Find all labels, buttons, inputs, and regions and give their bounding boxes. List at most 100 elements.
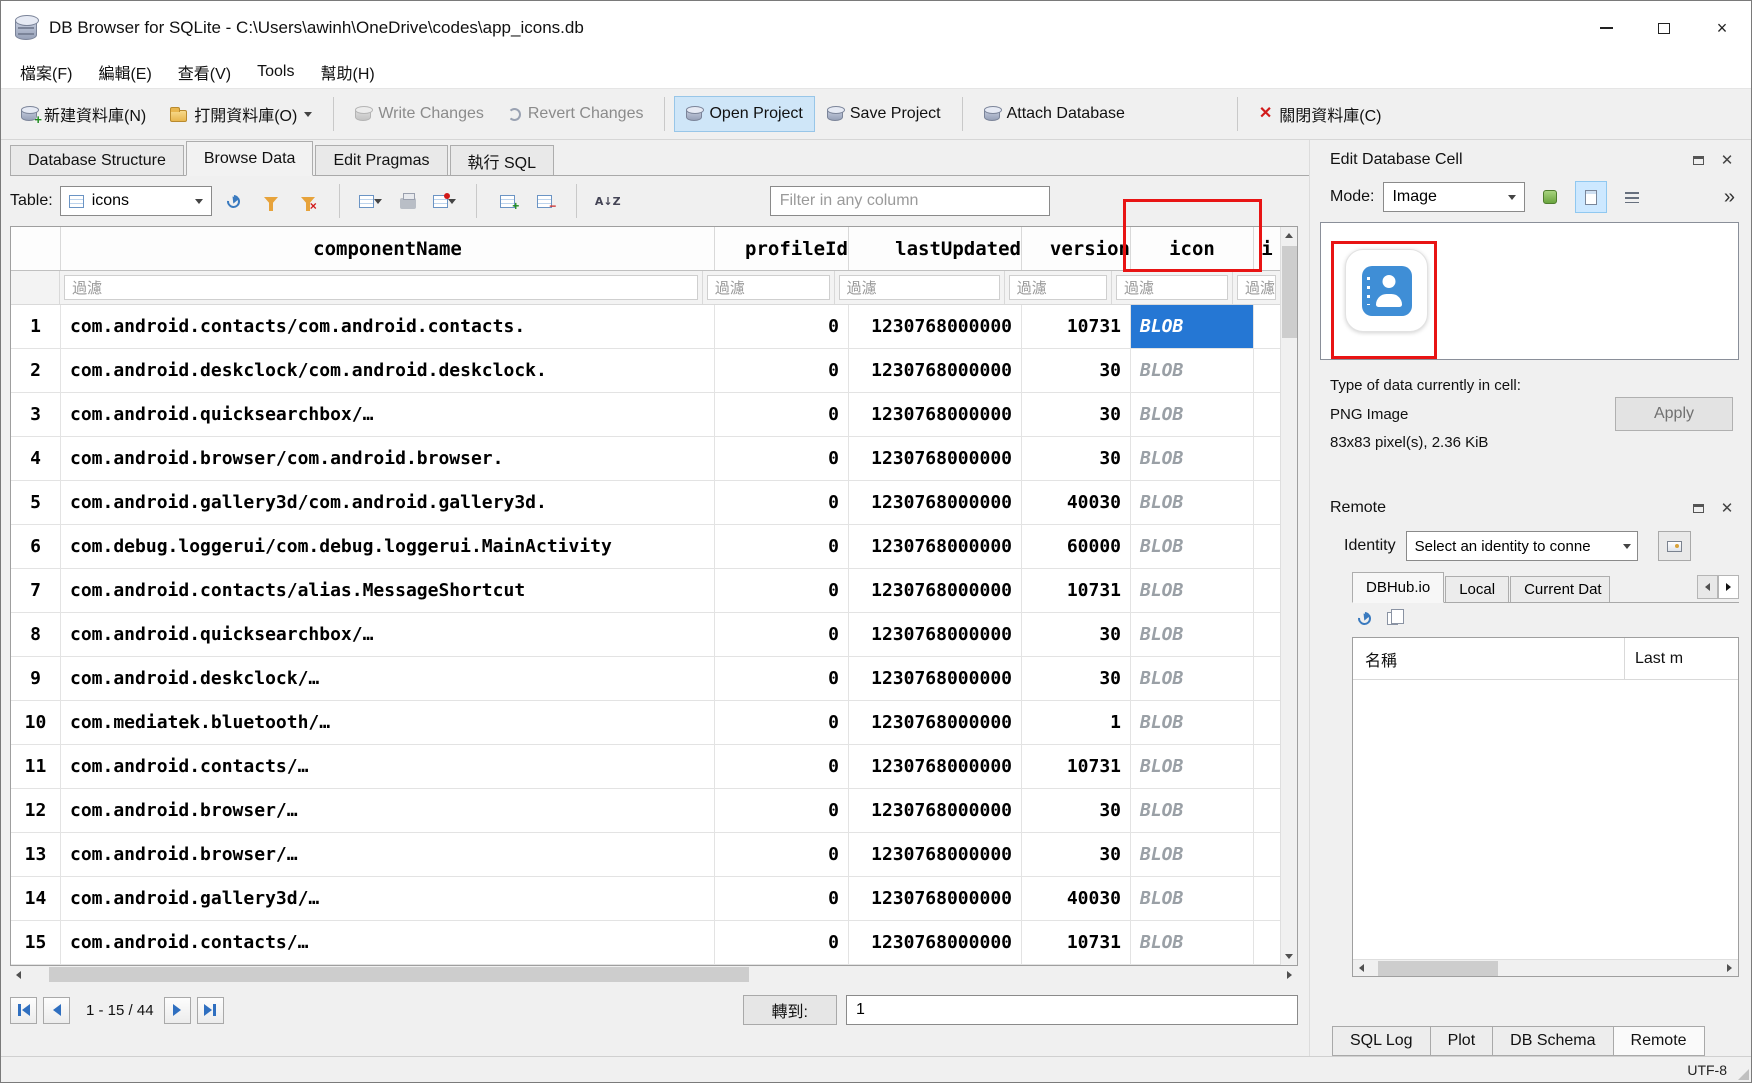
- close-panel-button[interactable]: ✕: [1715, 150, 1739, 170]
- print-button[interactable]: [393, 186, 423, 216]
- scroll-left-button[interactable]: [10, 966, 27, 983]
- cell-profileid[interactable]: 0: [715, 481, 849, 524]
- cell-componentname[interactable]: com.android.gallery3d/com.android.galler…: [61, 481, 715, 524]
- scroll-right-button[interactable]: [1721, 960, 1738, 977]
- column-header-profileid[interactable]: profileId: [715, 227, 849, 270]
- sort-button[interactable]: A↓Z: [593, 186, 623, 216]
- open-project-button[interactable]: Open Project: [674, 96, 814, 132]
- cell-version[interactable]: 30: [1022, 789, 1131, 832]
- export-button[interactable]: [430, 186, 460, 216]
- filter-cell-icon[interactable]: 過濾: [1112, 271, 1233, 304]
- cell-icon-blob[interactable]: BLOB: [1131, 481, 1254, 524]
- cell-icon-blob[interactable]: BLOB: [1131, 305, 1254, 348]
- filter-cell-partial[interactable]: 過濾: [1233, 271, 1280, 304]
- write-changes-button[interactable]: Write Changes: [343, 96, 496, 132]
- save-table-button[interactable]: [356, 186, 386, 216]
- cell-icon-blob[interactable]: BLOB: [1131, 789, 1254, 832]
- cell-version[interactable]: 30: [1022, 833, 1131, 876]
- cell-lastupdated[interactable]: 1230768000000: [849, 657, 1022, 700]
- next-page-button[interactable]: [164, 997, 191, 1024]
- tab-db-schema[interactable]: DB Schema: [1493, 1026, 1613, 1056]
- column-header-lastupdated[interactable]: lastUpdated: [849, 227, 1022, 270]
- minimize-button[interactable]: [1577, 1, 1635, 55]
- column-header-partial[interactable]: i: [1254, 227, 1280, 270]
- tab-execute-sql[interactable]: 執行 SQL: [450, 145, 554, 175]
- cell-icon-blob[interactable]: BLOB: [1131, 525, 1254, 568]
- remote-column-name[interactable]: 名稱: [1353, 638, 1625, 679]
- maximize-button[interactable]: [1635, 1, 1693, 55]
- apply-button[interactable]: Apply: [1615, 397, 1733, 431]
- filter-cell-profileid[interactable]: 過濾: [703, 271, 835, 304]
- tab-browse-data[interactable]: Browse Data: [186, 141, 314, 176]
- remote-clone-button[interactable]: [1387, 612, 1398, 630]
- cell-lastupdated[interactable]: 1230768000000: [849, 481, 1022, 524]
- row-number[interactable]: 9: [11, 657, 61, 700]
- horizontal-scroll-thumb[interactable]: [49, 967, 749, 982]
- cell-profileid[interactable]: 0: [715, 789, 849, 832]
- cell-componentname[interactable]: com.android.browser/com.android.browser.: [61, 437, 715, 480]
- cell-lastupdated[interactable]: 1230768000000: [849, 921, 1022, 964]
- table-row[interactable]: 13 com.android.browser/… 0 1230768000000…: [11, 833, 1280, 877]
- tab-scroll-left-button[interactable]: [1697, 575, 1718, 599]
- delete-record-button[interactable]: [530, 186, 560, 216]
- cell-profileid[interactable]: 0: [715, 613, 849, 656]
- column-header-version[interactable]: version: [1022, 227, 1131, 270]
- row-number[interactable]: 15: [11, 921, 61, 964]
- horizontal-scroll-track[interactable]: [27, 966, 1281, 983]
- remote-column-last-modified[interactable]: Last m: [1625, 638, 1738, 679]
- remote-scroll-track[interactable]: [1370, 960, 1721, 977]
- cell-version[interactable]: 60000: [1022, 525, 1131, 568]
- cell-icon-blob[interactable]: BLOB: [1131, 569, 1254, 612]
- cell-profileid[interactable]: 0: [715, 657, 849, 700]
- scroll-down-button[interactable]: [1281, 948, 1297, 965]
- cell-lastupdated[interactable]: 1230768000000: [849, 613, 1022, 656]
- remote-tab-current-database[interactable]: Current Dat: [1510, 576, 1610, 602]
- cell-icon-blob[interactable]: BLOB: [1131, 921, 1254, 964]
- table-row[interactable]: 2 com.android.deskclock/com.android.desk…: [11, 349, 1280, 393]
- cell-version[interactable]: 40030: [1022, 877, 1131, 920]
- cell-version[interactable]: 30: [1022, 393, 1131, 436]
- cell-icon-blob[interactable]: BLOB: [1131, 877, 1254, 920]
- word-wrap-button[interactable]: [1616, 181, 1648, 213]
- row-number[interactable]: 5: [11, 481, 61, 524]
- cell-componentname[interactable]: com.android.quicksearchbox/…: [61, 613, 715, 656]
- cell-lastupdated[interactable]: 1230768000000: [849, 833, 1022, 876]
- filter-button[interactable]: [256, 186, 286, 216]
- revert-changes-button[interactable]: Revert Changes: [496, 96, 656, 132]
- first-page-button[interactable]: [10, 997, 37, 1024]
- cell-componentname[interactable]: com.android.quicksearchbox/…: [61, 393, 715, 436]
- identity-certificate-button[interactable]: [1658, 531, 1691, 561]
- cell-lastupdated[interactable]: 1230768000000: [849, 569, 1022, 612]
- row-number[interactable]: 3: [11, 393, 61, 436]
- cell-icon-blob[interactable]: BLOB: [1131, 349, 1254, 392]
- cell-version[interactable]: 1: [1022, 701, 1131, 744]
- table-row[interactable]: 11 com.android.contacts/… 0 123076800000…: [11, 745, 1280, 789]
- close-panel-button[interactable]: ✕: [1715, 498, 1739, 518]
- menu-view[interactable]: 查看(V): [165, 55, 244, 89]
- import-data-button[interactable]: [1534, 181, 1566, 213]
- cell-componentname[interactable]: com.android.browser/…: [61, 833, 715, 876]
- cell-icon-blob[interactable]: BLOB: [1131, 393, 1254, 436]
- cell-componentname[interactable]: com.debug.loggerui/com.debug.loggerui.Ma…: [61, 525, 715, 568]
- cell-lastupdated[interactable]: 1230768000000: [849, 701, 1022, 744]
- cell-componentname[interactable]: com.mediatek.bluetooth/…: [61, 701, 715, 744]
- cell-lastupdated[interactable]: 1230768000000: [849, 745, 1022, 788]
- table-combobox[interactable]: icons: [60, 186, 212, 216]
- cell-componentname[interactable]: com.android.contacts/…: [61, 745, 715, 788]
- cell-profileid[interactable]: 0: [715, 305, 849, 348]
- remote-horizontal-scrollbar[interactable]: [1353, 959, 1738, 976]
- cell-lastupdated[interactable]: 1230768000000: [849, 393, 1022, 436]
- new-record-button[interactable]: [493, 186, 523, 216]
- refresh-table-button[interactable]: [219, 186, 249, 216]
- column-header-icon[interactable]: icon: [1131, 227, 1254, 270]
- filter-field[interactable]: 過濾: [1237, 275, 1276, 300]
- cell-profileid[interactable]: 0: [715, 393, 849, 436]
- clear-filter-button[interactable]: [293, 186, 323, 216]
- filter-cell-version[interactable]: 過濾: [1005, 271, 1112, 304]
- cell-lastupdated[interactable]: 1230768000000: [849, 437, 1022, 480]
- cell-profileid[interactable]: 0: [715, 701, 849, 744]
- remote-refresh-button[interactable]: [1358, 612, 1371, 630]
- cell-icon-blob[interactable]: BLOB: [1131, 833, 1254, 876]
- cell-profileid[interactable]: 0: [715, 833, 849, 876]
- tab-edit-pragmas[interactable]: Edit Pragmas: [315, 145, 447, 175]
